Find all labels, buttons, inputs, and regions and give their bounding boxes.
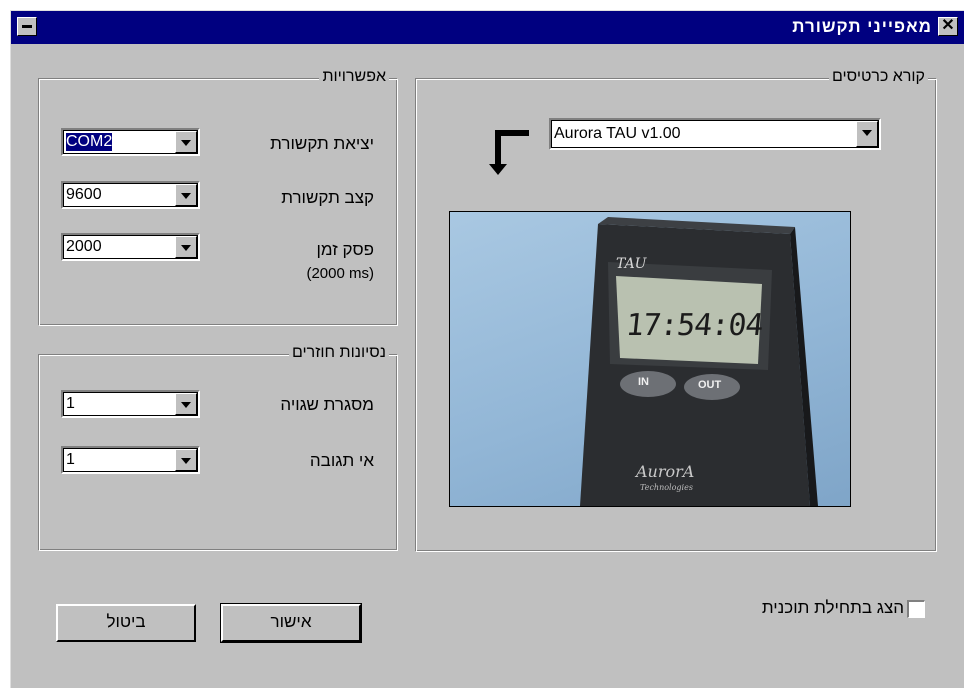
- device-brand: TAU: [616, 256, 647, 272]
- device-out-button: OUT: [698, 379, 722, 391]
- ok-button[interactable]: אישור: [220, 603, 362, 643]
- timeout-value: 2000: [66, 238, 102, 255]
- error-limit-dropdown-button[interactable]: [175, 393, 197, 415]
- baud-label: קצב תקשורת: [281, 188, 374, 207]
- timeout-dropdown-button[interactable]: [175, 236, 197, 258]
- card-reader-value: Aurora TAU v1.00: [554, 125, 681, 142]
- timeout-sublabel: (2000 ms): [306, 265, 374, 282]
- device-logo: AurorA: [636, 462, 695, 481]
- baud-dropdown-button[interactable]: [175, 184, 197, 206]
- system-menu-button[interactable]: [17, 17, 37, 36]
- card-reader-select[interactable]: Aurora TAU v1.00: [549, 118, 881, 150]
- close-icon: ✕: [941, 17, 955, 34]
- baud-value: 9600: [66, 186, 102, 203]
- close-button[interactable]: ✕: [938, 17, 958, 36]
- port-dropdown-button[interactable]: [175, 131, 197, 153]
- no-response-select[interactable]: 1: [61, 446, 200, 474]
- communication-properties-window: מאפייני תקשורת ✕ אפשרויות יציאת תקשורת C…: [10, 10, 964, 688]
- arrow-down-icon: [489, 130, 529, 175]
- port-label: יציאת תקשורת: [270, 134, 374, 153]
- error-limit-select[interactable]: 1: [61, 390, 200, 418]
- error-limit-label: מסגרת שגויה: [280, 395, 374, 414]
- title-bar: מאפייני תקשורת ✕: [11, 11, 964, 44]
- no-response-value: 1: [66, 451, 75, 468]
- error-limit-value: 1: [66, 395, 75, 412]
- port-select[interactable]: COM2: [61, 128, 200, 156]
- window-title: מאפייני תקשורת: [792, 17, 932, 36]
- no-response-dropdown-button[interactable]: [175, 449, 197, 471]
- options-legend: אפשרויות: [319, 68, 389, 86]
- baud-select[interactable]: 9600: [61, 181, 200, 209]
- port-value: COM2: [66, 133, 113, 151]
- card-reader-dropdown-button[interactable]: [856, 121, 878, 147]
- retries-legend: נסיונות חוזרים: [288, 344, 389, 362]
- device-clock-display: 17:54:04: [624, 308, 765, 343]
- no-response-label: אי תגובה: [309, 451, 374, 470]
- minus-icon: [22, 25, 32, 28]
- cancel-button[interactable]: ביטול: [56, 604, 196, 642]
- show-on-startup-label: הצג בתחילת תוכנית: [761, 598, 904, 617]
- device-logo-subtitle: Technologies: [640, 483, 693, 492]
- timeout-label: פסק זמן: [316, 240, 374, 259]
- card-reader-device-image: TAU 17:54:04 IN OUT AurorA Technologies: [449, 211, 851, 507]
- card-reader-legend: קורא כרטיסים: [828, 68, 928, 86]
- timeout-select[interactable]: 2000: [61, 233, 200, 261]
- device-in-button: IN: [638, 376, 649, 388]
- show-on-startup-checkbox[interactable]: [907, 600, 925, 618]
